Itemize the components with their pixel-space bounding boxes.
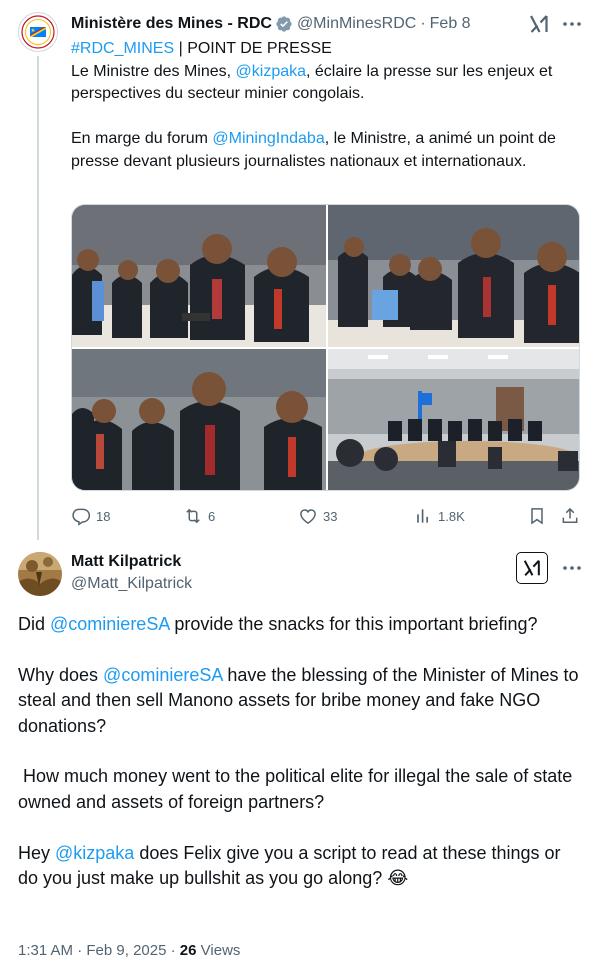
- text-span: | POINT DE PRESSE: [174, 40, 332, 57]
- like-icon: [300, 509, 316, 524]
- share-button[interactable]: [560, 504, 580, 528]
- more-icon[interactable]: [560, 12, 584, 36]
- ministry-seal-image: [21, 15, 55, 49]
- grok-icon[interactable]: [528, 13, 550, 35]
- reply-views-count: 26: [179, 942, 197, 959]
- parent-author-name[interactable]: Ministère des Mines - RDC: [71, 15, 272, 33]
- press-photo-4[interactable]: [328, 349, 579, 490]
- views-button[interactable]: 1.8K: [413, 504, 465, 528]
- reply-time[interactable]: 1:31 AM: [18, 942, 73, 959]
- bookmark-icon: [531, 508, 543, 525]
- reply-views-label: Views: [200, 942, 241, 959]
- repost-button[interactable]: 6: [183, 504, 215, 528]
- grok-icon[interactable]: [516, 552, 548, 584]
- separator-dot: ·: [170, 942, 176, 959]
- tweet-photo-grid: [71, 204, 580, 491]
- tweet-paragraph: Hey @kizpaka does Felix give you a scrip…: [18, 841, 584, 892]
- separator-dot: ·: [420, 15, 426, 32]
- reply-button[interactable]: 18: [71, 504, 110, 528]
- reply-date[interactable]: Feb 9, 2025: [86, 942, 166, 959]
- parent-tweet-header: Ministère des Mines - RDC @MinMinesRDC ·…: [71, 13, 471, 35]
- tweet-text-line: #RDC_MINES | POINT DE PRESSE: [71, 38, 581, 61]
- text-span: Why does: [18, 664, 104, 685]
- separator-dot: ·: [77, 942, 83, 959]
- text-span: En marge du forum: [71, 130, 213, 147]
- press-photo-2[interactable]: [328, 205, 579, 347]
- text-span: Did: [18, 614, 51, 634]
- mention-link[interactable]: @kizpaka: [55, 843, 134, 863]
- verified-badge-icon: [275, 15, 293, 33]
- parent-tweet-date[interactable]: Feb 8: [430, 15, 471, 33]
- mention-link[interactable]: @cominiereSA: [103, 665, 222, 685]
- mention-link[interactable]: @cominiereSA: [50, 614, 169, 634]
- like-button[interactable]: 33: [298, 504, 337, 528]
- tweet-paragraph: How much money went to the political eli…: [18, 766, 578, 812]
- ministry-avatar[interactable]: [18, 12, 58, 52]
- reply-timestamp-row: 1:31 AM · Feb 9, 2025 · 26 Views: [18, 942, 240, 959]
- share-icon: [562, 507, 578, 523]
- text-span: Hey: [18, 842, 56, 863]
- reply-author-handle[interactable]: @Matt_Kilpatrick: [71, 575, 192, 593]
- reply-author-name[interactable]: Matt Kilpatrick: [71, 553, 181, 571]
- mention-link[interactable]: @MiningIndaba: [212, 130, 324, 147]
- parent-author-handle[interactable]: @MinMinesRDC: [297, 15, 416, 33]
- views-icon: [417, 509, 428, 523]
- tweet-paragraph: En marge du forum @MiningIndaba, le Mini…: [71, 128, 581, 173]
- text-span: provide the snacks for this important br…: [169, 614, 538, 634]
- press-photo-1[interactable]: [72, 205, 326, 347]
- reply-author-avatar[interactable]: [18, 552, 62, 596]
- press-photo-3[interactable]: [72, 349, 326, 490]
- more-icon[interactable]: [560, 556, 584, 580]
- thread-connector-line: [37, 56, 39, 540]
- repost-icon: [186, 508, 200, 524]
- reply-icon: [72, 508, 91, 526]
- parent-action-bar: 18 6 33 1.8K: [71, 504, 581, 528]
- reply-tweet-text: Did @cominiereSA provide the snacks for …: [18, 612, 584, 891]
- hashtag-link[interactable]: #RDC_MINES: [71, 40, 174, 57]
- tweet-paragraph: Why does @cominiereSA have the blessing …: [18, 663, 584, 739]
- mention-link[interactable]: @kizpaka: [236, 63, 307, 80]
- views-count: 1.8K: [438, 508, 465, 524]
- bookmark-button[interactable]: [527, 504, 547, 528]
- like-count: 33: [323, 508, 338, 524]
- text-span: Le Ministre des Mines,: [71, 62, 236, 80]
- repost-count: 6: [208, 508, 216, 524]
- parent-tweet-text: #RDC_MINES | POINT DE PRESSE Le Ministre…: [71, 38, 581, 173]
- reply-count: 18: [96, 508, 111, 524]
- tweet-paragraph: Did @cominiereSA provide the snacks for …: [18, 612, 584, 637]
- tweet-paragraph: Le Ministre des Mines, @kizpaka, éclaire…: [71, 61, 581, 106]
